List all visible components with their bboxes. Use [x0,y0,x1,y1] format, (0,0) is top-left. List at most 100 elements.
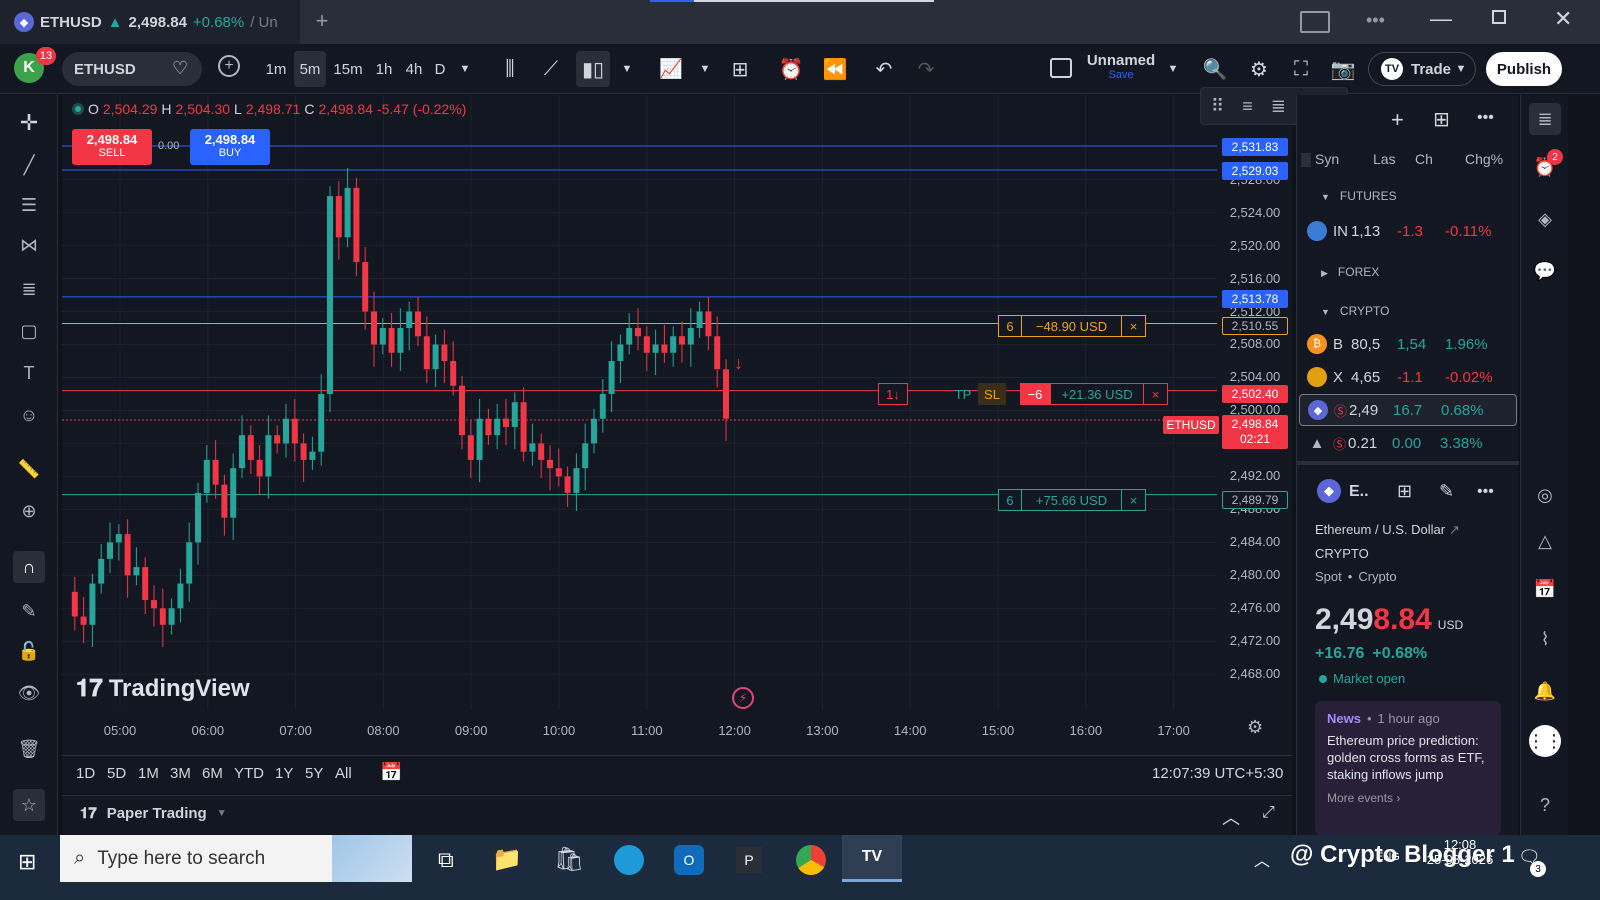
trend-line-icon[interactable]: ╱ [13,149,45,181]
browser-tab[interactable]: ◆ ETHUSD ▲ 2,498.84 +0.68% / Un [0,0,300,44]
emoji-icon[interactable]: ☺ [13,399,45,431]
col-change-pct[interactable]: Chg% [1465,151,1503,167]
more-events-link[interactable]: More events › [1327,791,1489,805]
language-indicator[interactable]: ENG [1376,851,1400,863]
sl-order-close-icon[interactable]: × [1122,489,1146,511]
text-icon[interactable]: T [13,357,45,389]
maximize-panel-icon[interactable]: ⤢ [1262,804,1275,822]
tray-chevron-up-icon[interactable]: ︿ [1254,847,1270,871]
add-symbol-icon[interactable]: + [1391,107,1404,133]
indicators-chevron-down-icon[interactable]: ▼ [696,51,714,87]
candles-icon[interactable]: ▮▯ [576,51,610,87]
watchlist-row-selected[interactable]: ◆ Ⓢ 2,49 16.7 0.68% [1299,394,1517,426]
range-1Y[interactable]: 1Y [275,765,293,782]
tp-order-close-icon[interactable]: × [1122,315,1146,337]
position-side-icon[interactable]: 1↓ [878,383,908,405]
file-explorer-icon[interactable]: 📁 [492,845,522,874]
edge-icon[interactable] [614,845,644,875]
favorites-star-icon[interactable]: ☆ [13,789,45,821]
col-symbol[interactable]: Syn [1315,151,1339,167]
position-settings-icon[interactable]: ≣ [1271,96,1286,117]
timezone-clock[interactable]: 12:07:39 UTC+5:30 [1152,765,1283,782]
interval-1h[interactable]: 1h [370,51,398,87]
line-style-icon[interactable]: ⟋ [536,51,566,87]
sl-order-widget[interactable]: 6 +75.66 USD × [998,489,1146,511]
fullscreen-icon[interactable]: ⛶ [1286,51,1316,87]
fib-retracement-icon[interactable]: ☰ [13,189,45,221]
compare-add-icon[interactable]: + [218,55,240,77]
section-crypto[interactable]: ▼ CRYPTO [1321,304,1390,318]
range-3M[interactable]: 3M [170,765,191,782]
ruler-icon[interactable]: 📏 [13,453,45,485]
watchlist-row[interactable]: ▲ Ⓢ 0.21 0.00 3.38% [1297,427,1519,459]
details-grid-icon[interactable]: ⊞ [1397,481,1412,502]
paper-trading-tab[interactable]: 𝟏𝟕 Paper Trading ▼ [80,805,227,822]
eye-icon[interactable]: 👁 [13,677,45,709]
interval-D[interactable]: D [430,51,450,87]
collapse-panel-icon[interactable]: ︿ [1222,804,1240,830]
range-All[interactable]: All [335,765,352,782]
tradingview-app-icon[interactable]: TV [842,835,902,882]
settings-gear-icon[interactable]: ⚙ [1244,51,1274,87]
zoom-in-icon[interactable]: ⊕ [13,495,45,527]
axis-settings-icon[interactable]: ⚙ [1247,717,1263,738]
position-close-icon[interactable]: × [1144,383,1168,405]
drag-handle-icon[interactable]: ⠿ [1211,96,1224,117]
trade-chevron-down-icon[interactable]: ▼ [1452,51,1470,87]
range-1M[interactable]: 1M [138,765,159,782]
section-futures[interactable]: ▼ FUTURES [1321,189,1397,203]
magnet-icon[interactable]: ∩ [13,551,45,583]
watchlist-more-icon[interactable]: ••• [1477,109,1494,127]
position-sl-handle[interactable]: SL [978,383,1006,405]
interval-4h[interactable]: 4h [400,51,428,87]
interval-5m[interactable]: 5m [294,51,326,87]
taskbar-search[interactable]: ⌕ Type here to search [60,835,412,882]
close-window-button[interactable]: ✕ [1554,6,1572,32]
chart-pane[interactable]: O 2,504.29 H 2,504.30 L 2,498.71 C 2,498.84 … [62,87,1348,755]
streams-icon[interactable]: ⌇ [1529,623,1561,655]
col-last[interactable]: Las [1373,151,1396,167]
details-edit-icon[interactable]: ✎ [1439,481,1454,502]
bar-style-icon[interactable]: ⫼ [496,51,524,87]
chat-icon[interactable]: 💬 [1529,255,1561,287]
notifications-bell-icon[interactable]: 🔔 [1529,675,1561,707]
drawing-mode-icon[interactable]: ✎ [13,595,45,627]
panel-chevron-down-icon[interactable]: ▼ [217,808,227,819]
col-change[interactable]: Ch [1415,151,1433,167]
layers-icon[interactable]: ◈ [1529,203,1561,235]
layout-checkbox-icon[interactable] [1050,58,1072,78]
position-widget[interactable]: 1↓ TP SL −6 +21.36 USD × [878,383,1168,405]
screen-share-icon[interactable] [1300,11,1330,33]
chrome-icon[interactable] [796,845,826,875]
sell-button[interactable]: 2,498.84 SELL [72,129,152,165]
interval-1m[interactable]: 1m [262,51,290,87]
buy-button[interactable]: 2,498.84 BUY [190,129,270,165]
column-resize-handle[interactable] [1301,153,1311,167]
undo-icon[interactable]: ↶ [870,51,898,87]
goto-date-icon[interactable]: 📅 [380,762,402,783]
watchlist-row[interactable]: ₿ B 80,5 1,54 1.96% [1297,328,1519,360]
range-5D[interactable]: 5D [107,765,126,782]
windows-start-icon[interactable]: ⊞ [18,849,36,875]
range-5Y[interactable]: 5Y [305,765,323,782]
watchlist-flag-icon[interactable]: ♡ [172,58,188,79]
trash-icon[interactable]: 🗑 [13,733,45,765]
more-icon[interactable]: ••• [1366,10,1385,31]
redo-icon[interactable]: ↷ [912,51,940,87]
layout-name-button[interactable]: Unnamed Save [1086,52,1156,81]
maximize-button[interactable] [1492,10,1506,24]
advanced-view-icon[interactable]: ⊞ [1433,107,1450,132]
publish-button[interactable]: Publish [1486,52,1562,86]
indicators-icon[interactable]: 📈 [656,51,686,87]
new-tab-button[interactable]: + [308,8,336,36]
intervals-chevron-down-icon[interactable]: ▼ [456,51,474,87]
app-p-icon[interactable]: P [736,847,762,873]
store-icon[interactable]: 🛍 [554,845,584,874]
minimize-button[interactable]: — [1430,6,1452,32]
details-symbol[interactable]: E.. [1349,483,1369,501]
shapes-icon[interactable]: ▢ [13,315,45,347]
interval-15m[interactable]: 15m [330,51,366,87]
replay-icon[interactable]: ⏪ [820,51,850,87]
layout-chevron-down-icon[interactable]: ▼ [1164,51,1182,87]
alert-clock-icon[interactable]: ⏰ [776,51,806,87]
